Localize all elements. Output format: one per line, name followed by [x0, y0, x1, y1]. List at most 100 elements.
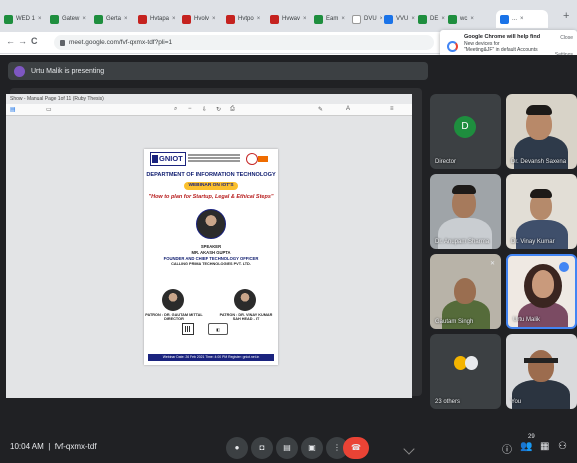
participant-tile[interactable]: ✕ Gautam Singh — [430, 254, 501, 329]
participant-tile[interactable]: Dr. Anupam Sharma — [430, 174, 501, 249]
close-icon[interactable]: × — [441, 16, 445, 22]
browser-tab[interactable]: DE × — [418, 10, 446, 28]
new-tab-button[interactable]: + — [563, 10, 569, 22]
close-icon[interactable]: × — [380, 16, 382, 22]
meeting-time: 10:04 AM | fvf-qxmx-tdf — [10, 442, 97, 451]
favicon-icon — [270, 14, 279, 24]
patron-photo — [162, 289, 184, 311]
address-bar[interactable]: meet.google.com/fvf-qxmx-tdf?pli=1 — [54, 35, 434, 50]
back-icon[interactable]: ← — [6, 36, 15, 46]
close-icon[interactable]: × — [82, 16, 86, 22]
participant-name: Urtu Malik — [513, 317, 541, 323]
participant-tile-self[interactable]: You — [506, 334, 577, 409]
meet-favicon-icon — [500, 14, 509, 24]
shared-screen: Show - Manual Page 1of 11 (Ruby Thesis) … — [6, 94, 415, 455]
browser-tab[interactable]: wc × — [448, 10, 476, 28]
present-button[interactable]: ▣ — [301, 437, 323, 459]
lock-icon — [60, 39, 65, 46]
college-address-lines — [188, 154, 240, 166]
highlight-icon: A — [346, 106, 351, 112]
page-icon: ▭ — [46, 107, 52, 113]
poster-footer: Webinar Date: 26 Feb 2021 Time: 4:00 PM … — [148, 354, 274, 361]
browser-tab-active[interactable]: ... × — [496, 10, 548, 28]
meet-call-area: Urtu Malik is presenting Show - Manual P… — [0, 55, 577, 463]
captions-button[interactable]: ▤ — [276, 437, 298, 459]
browser-tab[interactable]: Eam × — [314, 10, 350, 28]
notification-close-button[interactable]: Close — [560, 35, 573, 42]
mic-off-icon: ✕ — [489, 261, 495, 267]
participant-tile[interactable]: D Director — [430, 94, 501, 169]
participant-name: 23 others — [435, 399, 461, 405]
draw-icon: ✎ — [318, 107, 324, 113]
participant-name: Dr. Vinay Kumar — [511, 239, 555, 245]
meeting-code: fvf-qxmx-tdf — [54, 442, 97, 451]
forward-icon[interactable]: → — [18, 36, 27, 46]
participant-tile[interactable]: Dr. Vinay Kumar — [506, 174, 577, 249]
download-icon: ⇩ — [202, 107, 208, 113]
webinar-poster: GNIOT DEPARTMENT OF INFORMATION TECHNOLO… — [144, 149, 278, 365]
favicon-icon — [418, 14, 427, 24]
browser-tab[interactable]: WED 1 × — [4, 10, 48, 28]
close-icon[interactable]: × — [212, 16, 216, 22]
favicon-icon — [138, 14, 147, 24]
department-heading: DEPARTMENT OF INFORMATION TECHNOLOGY — [146, 172, 276, 178]
close-icon[interactable]: × — [38, 16, 42, 22]
speaker-name: MR. AKASH GUPTA — [191, 250, 231, 255]
others-avatars — [454, 356, 480, 370]
close-icon[interactable]: × — [257, 16, 261, 22]
favicon-icon — [226, 14, 235, 24]
pdf-toolbar: ▤ ▭ ⌕ − ⇩ ↻ ⎙ ✎ A ≡ — [6, 104, 412, 116]
participant-tile[interactable]: Dr. Devansh Saxena — [506, 94, 577, 169]
shared-window-title: Show - Manual Page 1of 11 (Ruby Thesis) — [6, 94, 412, 104]
participant-tile-speaking[interactable]: Urtu Malik — [506, 254, 577, 329]
participant-name: Gautam Singh — [435, 319, 474, 325]
mic-button[interactable]: ● — [226, 437, 248, 459]
close-icon[interactable]: × — [341, 16, 345, 22]
reload-icon[interactable]: C — [31, 36, 38, 46]
patron-caption: PATRON : DR. GAUTAM MITTAL DIRECTOR — [145, 313, 203, 321]
browser-tab[interactable]: Gatew × — [50, 10, 92, 28]
end-call-button[interactable]: ☎ — [343, 437, 369, 459]
favicon-icon — [4, 14, 13, 24]
browser-tab[interactable]: Hvwav × — [270, 10, 312, 28]
url-text: meet.google.com/fvf-qxmx-tdf?pli=1 — [69, 39, 173, 46]
search-icon: ⌕ — [174, 106, 178, 112]
webinar-banner: WEBINAR ON IOT'S — [184, 182, 238, 190]
people-icon[interactable]: 👥 — [520, 441, 532, 452]
chat-icon[interactable]: ▦ — [540, 441, 549, 452]
browser-tab[interactable]: Gerta × — [94, 10, 136, 28]
browser-tab[interactable]: Hvtpo × — [226, 10, 268, 28]
close-icon[interactable]: × — [303, 16, 307, 22]
camera-button[interactable]: ◘ — [251, 437, 273, 459]
talk-title: "How to plan for Startup, Legal & Ethica… — [148, 194, 274, 200]
zoom-out-icon: − — [188, 106, 192, 112]
browser-tab[interactable]: Hvolv × — [182, 10, 224, 28]
participant-name: Dr. Devansh Saxena — [511, 159, 567, 165]
browser-tab[interactable]: Hvtapa × — [138, 10, 180, 28]
close-icon[interactable]: × — [470, 16, 474, 22]
info-icon[interactable]: ⓘ — [502, 441, 512, 456]
menu-icon: ≡ — [390, 106, 394, 112]
close-icon[interactable]: × — [124, 16, 128, 22]
presenting-label: Urtu Malik is presenting — [31, 67, 105, 75]
tab-strip: WED 1 × Gatew × Gerta × Hvtapa × Hvolv × Hvtp… — [0, 0, 577, 32]
speaker-org: CALLING PRIMA TECHNOLOGIES PVT. LTD. — [171, 262, 251, 266]
close-icon[interactable]: × — [520, 16, 524, 22]
rotate-icon: ↻ — [216, 107, 222, 113]
qr-code — [182, 323, 194, 335]
close-icon[interactable]: × — [172, 16, 176, 22]
participant-name: Director — [435, 159, 457, 165]
close-icon[interactable]: × — [411, 16, 415, 22]
favicon-icon — [50, 14, 59, 24]
browser-tab[interactable]: DVU × — [352, 10, 382, 28]
accreditation-badge — [246, 152, 268, 166]
browser-tab[interactable]: VVU × — [384, 10, 416, 28]
favicon-icon — [448, 14, 457, 24]
pdf-viewport: GNIOT DEPARTMENT OF INFORMATION TECHNOLO… — [6, 116, 415, 455]
meet-control-bar: 10:04 AM | fvf-qxmx-tdf ● ◘ ▤ ▣ ⋮ ☎ ⓘ 👥 … — [0, 433, 577, 463]
activities-icon[interactable]: ⚇ — [558, 441, 567, 452]
google-icon — [447, 41, 458, 52]
meet-logo: ◧ — [208, 323, 228, 335]
participant-tile-others[interactable]: 23 others — [430, 334, 501, 409]
college-logo: GNIOT — [150, 152, 186, 166]
